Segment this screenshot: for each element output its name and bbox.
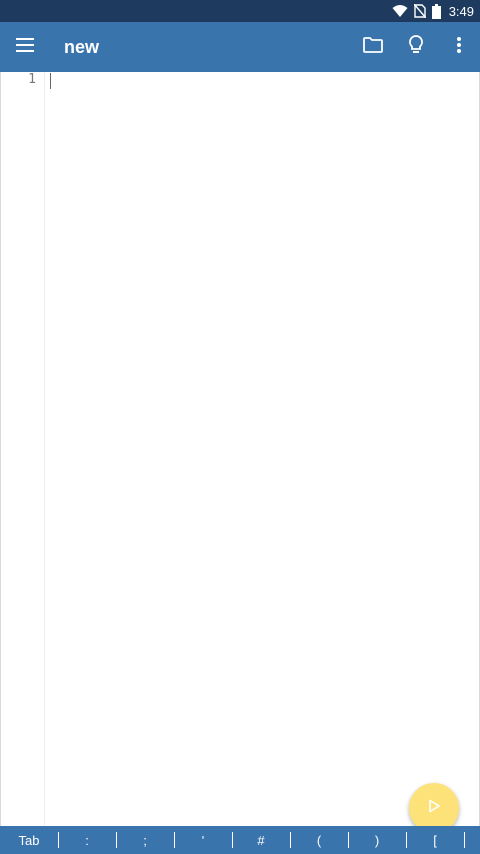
play-icon bbox=[427, 799, 441, 818]
folder-icon bbox=[362, 36, 383, 58]
lightbulb-icon bbox=[408, 34, 423, 60]
line-number-gutter: 1 bbox=[1, 72, 45, 826]
open-folder-button[interactable] bbox=[351, 22, 394, 72]
no-sim-icon bbox=[413, 4, 426, 18]
menu-button[interactable] bbox=[0, 22, 50, 72]
status-clock: 3:49 bbox=[448, 3, 474, 19]
extra-keys-bar: Tab : ; ' # ( ) [ bbox=[0, 826, 480, 854]
key-quote[interactable]: ' bbox=[174, 826, 232, 854]
battery-icon bbox=[431, 3, 441, 19]
line-number: 1 bbox=[28, 72, 36, 87]
key-hash[interactable]: # bbox=[232, 826, 290, 854]
page-title: new bbox=[64, 36, 100, 57]
key-separator bbox=[464, 832, 465, 848]
menu-icon bbox=[16, 37, 34, 57]
wifi-icon bbox=[392, 4, 408, 18]
key-colon[interactable]: : bbox=[58, 826, 116, 854]
key-open-bracket[interactable]: [ bbox=[406, 826, 464, 854]
code-input-area[interactable] bbox=[49, 72, 479, 826]
hint-button[interactable] bbox=[394, 22, 437, 72]
more-vert-icon bbox=[456, 36, 461, 58]
key-open-paren[interactable]: ( bbox=[290, 826, 348, 854]
text-caret bbox=[50, 73, 51, 89]
code-editor[interactable]: 1 bbox=[0, 72, 480, 826]
more-options-button[interactable] bbox=[437, 22, 480, 72]
key-tab[interactable]: Tab bbox=[0, 826, 58, 854]
status-bar: 3:49 bbox=[0, 0, 480, 22]
key-semicolon[interactable]: ; bbox=[116, 826, 174, 854]
key-close-paren[interactable]: ) bbox=[348, 826, 406, 854]
app-toolbar: new bbox=[0, 22, 480, 72]
